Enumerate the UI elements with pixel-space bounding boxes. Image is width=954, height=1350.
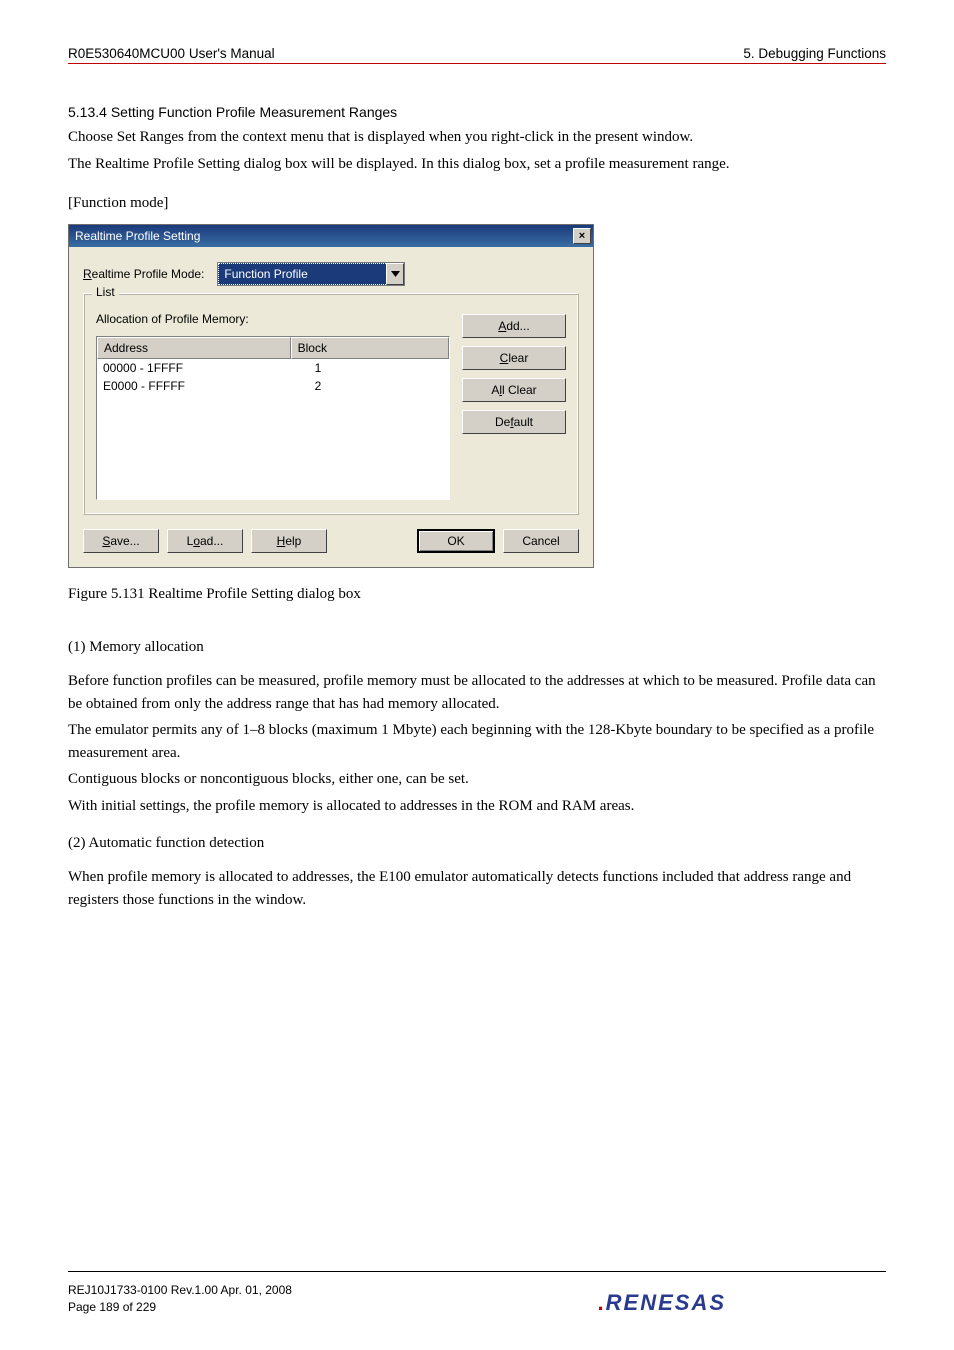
col-block[interactable]: Block bbox=[291, 337, 449, 359]
add-button[interactable]: Add... bbox=[462, 314, 566, 338]
all-clear-button[interactable]: All Clear bbox=[462, 378, 566, 402]
subhead-1: (1) Memory allocation bbox=[68, 639, 886, 656]
clear-button[interactable]: Clear bbox=[462, 346, 566, 370]
renesas-logo: .RENESAS bbox=[598, 1290, 726, 1316]
allocation-table[interactable]: Address Block 00000 - 1FFFF 1 E0000 - FF… bbox=[96, 336, 450, 500]
doc-chapter-header: 5. Debugging Functions bbox=[743, 46, 886, 61]
para-1a: Before function profiles can be measured… bbox=[68, 670, 886, 715]
page-footer: REJ10J1733-0100 Rev.1.00 Apr. 01, 2008 P… bbox=[68, 1271, 886, 1316]
header-rule bbox=[68, 63, 886, 64]
cell-block: 2 bbox=[291, 377, 449, 395]
dialog-title-text: Realtime Profile Setting bbox=[75, 229, 200, 243]
intro-para-2: The Realtime Profile Setting dialog box … bbox=[68, 153, 886, 176]
list-legend: List bbox=[92, 285, 119, 299]
cell-block: 1 bbox=[291, 359, 449, 377]
profile-mode-value: Function Profile bbox=[224, 267, 307, 281]
doc-title-header: R0E530640MCU00 User's Manual bbox=[68, 46, 275, 61]
load-button[interactable]: Load... bbox=[167, 529, 243, 553]
table-row[interactable]: E0000 - FFFFF 2 bbox=[97, 377, 449, 395]
profile-mode-select[interactable]: Function Profile bbox=[218, 263, 404, 285]
profile-mode-label: Realtime Profile Mode: bbox=[83, 267, 204, 281]
close-glyph: × bbox=[579, 230, 585, 242]
table-row[interactable]: 00000 - 1FFFF 1 bbox=[97, 359, 449, 377]
para-1b: The emulator permits any of 1–8 blocks (… bbox=[68, 719, 886, 764]
cell-address: E0000 - FFFFF bbox=[97, 377, 291, 395]
intro-para-1: Choose Set Ranges from the context menu … bbox=[68, 126, 886, 149]
section-heading: 5.13.4 Setting Function Profile Measurem… bbox=[68, 104, 886, 120]
ok-button[interactable]: OK bbox=[417, 529, 495, 553]
default-button[interactable]: Default bbox=[462, 410, 566, 434]
mode-label: [Function mode] bbox=[68, 195, 886, 212]
dialog-titlebar[interactable]: Realtime Profile Setting × bbox=[69, 225, 593, 247]
para-1d: With initial settings, the profile memor… bbox=[68, 795, 886, 818]
save-button[interactable]: Save... bbox=[83, 529, 159, 553]
realtime-profile-dialog: Realtime Profile Setting × Realtime Prof… bbox=[68, 224, 594, 568]
subhead-2: (2) Automatic function detection bbox=[68, 835, 886, 852]
close-icon[interactable]: × bbox=[573, 228, 591, 244]
help-button[interactable]: Help bbox=[251, 529, 327, 553]
col-address[interactable]: Address bbox=[97, 337, 291, 359]
cell-address: 00000 - 1FFFF bbox=[97, 359, 291, 377]
para-1c: Contiguous blocks or noncontiguous block… bbox=[68, 768, 886, 791]
list-groupbox: List Allocation of Profile Memory: Addre… bbox=[83, 293, 579, 515]
footer-line2: Page 189 of 229 bbox=[68, 1299, 292, 1316]
cancel-button[interactable]: Cancel bbox=[503, 529, 579, 553]
figure-caption: Figure 5.131 Realtime Profile Setting di… bbox=[68, 586, 886, 603]
allocation-label: Allocation of Profile Memory: bbox=[96, 312, 450, 326]
footer-line1: REJ10J1733-0100 Rev.1.00 Apr. 01, 2008 bbox=[68, 1282, 292, 1299]
chevron-down-icon[interactable] bbox=[386, 263, 404, 285]
para-2a: When profile memory is allocated to addr… bbox=[68, 866, 886, 911]
footer-rule bbox=[68, 1271, 886, 1272]
